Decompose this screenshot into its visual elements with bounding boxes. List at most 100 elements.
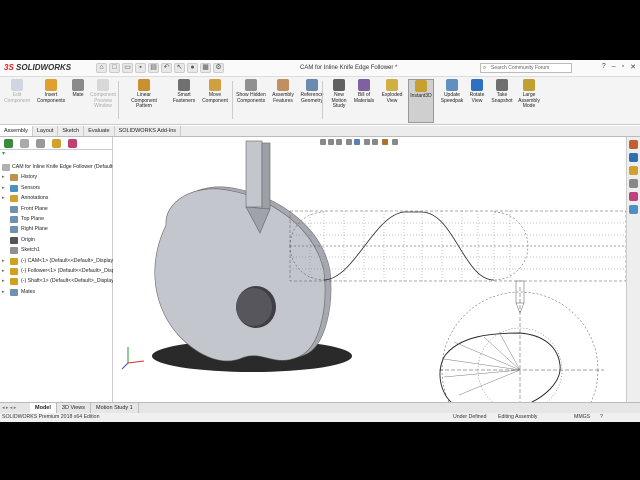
ribbon-label: Edit Component [4,92,30,104]
tab-assembly[interactable]: Assembly [0,126,33,136]
tree-item-label: (-) Shaft<1> (Default<<Default>_Display … [21,278,113,285]
dimxpert-icon[interactable] [52,139,61,148]
ribbon-button-13[interactable]: Instant3D [408,79,434,123]
ribbon-button-2[interactable]: Mate [70,79,86,99]
undo-icon[interactable]: ↶ [161,63,172,73]
tab-solidworks-add-ins[interactable]: SOLIDWORKS Add-Ins [115,126,182,136]
feature-tree: CAM for Inline Knife Edge Follower (Defa… [0,162,113,297]
quick-tips-icon[interactable]: ? [600,413,603,422]
ribbon-label: Smart Fasteners [172,92,196,104]
ribbon-button-3[interactable]: Component Preview Window [90,79,116,110]
ribbon-label: Mate [72,92,84,98]
ribbon-button-5[interactable]: Smart Fasteners [172,79,196,104]
tab-motion-study-1[interactable]: Motion Study 1 [91,403,139,413]
select-icon[interactable]: ↖ [174,63,185,73]
resources-icon[interactable] [629,140,638,149]
tree-item[interactable]: ▸ (-) Shaft<1> (Default<<Default>_Display… [0,276,113,286]
restore-icon[interactable]: ▫ [622,63,624,71]
help-icon[interactable]: ? [602,63,606,71]
tree-item[interactable]: ▸ History [0,172,113,182]
units-selector[interactable]: MMGS [574,413,590,422]
tab-model[interactable]: Model [30,403,57,413]
heads-up-view-toolbar[interactable] [320,139,398,145]
display-manager-icon[interactable] [68,139,77,148]
options-icon[interactable]: ⚙ [213,63,224,73]
appearances-icon[interactable] [629,192,638,201]
ribbon-button-15[interactable]: Rotate View [468,79,486,104]
file-explorer-icon[interactable] [629,166,638,175]
plane-icon [10,215,18,223]
tree-item[interactable]: ▸ Annotations [0,193,113,203]
ribbon-button-12[interactable]: Exploded View [380,79,404,104]
search-input[interactable]: ⌕ Search Community Forum [480,63,572,73]
tree-item-label: Right Plane [21,226,48,233]
tree-item[interactable]: Top Plane [0,214,113,224]
minimize-icon[interactable]: – [612,63,616,71]
follower-side [261,142,271,210]
print-icon[interactable]: ▤ [148,63,159,73]
expand-arrow-icon[interactable]: ▸ [2,183,5,193]
tree-item[interactable]: Origin [0,235,113,245]
solidworks-logo[interactable]: 3S SOLIDWORKS [4,63,71,72]
ribbon-button-4[interactable]: Linear Component Pattern [124,79,164,110]
expand-arrow-icon[interactable]: ▸ [2,276,5,286]
custom-properties-icon[interactable] [629,205,638,214]
tree-item-label: Mates [21,288,36,295]
view-palette-icon[interactable] [629,179,638,188]
tree-item[interactable]: ▸ Mates [0,287,113,297]
ribbon-button-14[interactable]: Update Speedpak [440,79,464,104]
home-icon[interactable]: ⌂ [96,63,107,73]
save-icon[interactable]: ▪ [135,63,146,73]
window-controls: ? – ▫ ✕ [602,63,636,71]
cam-front-face [154,188,326,362]
status-bar: SOLIDWORKS Premium 2018 x64 Edition Unde… [0,413,640,422]
ribbon-icon [45,79,57,91]
ribbon-button-6[interactable]: Move Component [200,79,230,104]
ribbon-button-11[interactable]: Bill of Materials [352,79,376,104]
tab-layout[interactable]: Layout [33,126,59,136]
cam-3d-model[interactable] [152,140,352,372]
ribbon-button-1[interactable]: Insert Components [36,79,66,104]
tab-sketch[interactable]: Sketch [58,126,85,136]
tree-item[interactable]: Right Plane [0,224,113,234]
assembly-icon [2,164,10,171]
tab-evaluate[interactable]: Evaluate [84,126,115,136]
tree-item[interactable]: ▸ (-) CAM<1> (Default<<Default>_Display S… [0,256,113,266]
expand-arrow-icon[interactable]: ▸ [2,266,5,276]
ribbon-label: Bill of Materials [353,92,375,104]
ribbon-button-7[interactable]: Show Hidden Components [236,79,266,104]
graphics-area[interactable] [114,137,626,402]
rebuild-icon[interactable]: ● [187,63,198,73]
tree-item[interactable]: Sketch1 [0,245,113,255]
definition-status: Under Defined [453,414,487,420]
open-icon[interactable]: ▭ [122,63,133,73]
part-icon [10,267,18,275]
filter-icon[interactable]: ▾ [0,150,112,159]
tab-3d-views[interactable]: 3D Views [57,403,92,413]
tree-item[interactable]: ▸ Sensors [0,183,113,193]
ribbon-icon [333,79,345,91]
feature-tree-icon[interactable] [4,139,13,148]
tree-root[interactable]: CAM for Inline Knife Edge Follower (Defa… [0,162,113,172]
tab-scroll-arrows-icon[interactable]: ◂ ▸ ◂ ▸ [0,403,30,413]
tree-item[interactable]: ▸ (-) Follower<1> (Default<<Default>_Disp… [0,266,113,276]
expand-arrow-icon[interactable]: ▸ [2,256,5,266]
file-properties-icon[interactable]: ▦ [200,63,211,73]
new-icon[interactable]: □ [109,63,120,73]
quick-access-toolbar: ⌂ □ ▭ ▪ ▤ ↶ ↖ ● ▦ ⚙ [96,63,224,73]
design-library-icon[interactable] [629,153,638,162]
ribbon-button-8[interactable]: Assembly Features [270,79,296,104]
property-manager-icon[interactable] [20,139,29,148]
tree-item[interactable]: Front Plane [0,204,113,214]
ribbon-button-0[interactable]: Edit Component [4,79,30,104]
close-icon[interactable]: ✕ [630,63,636,71]
expand-arrow-icon[interactable]: ▸ [2,193,5,203]
ribbon-button-10[interactable]: New Motion Study [328,79,350,110]
ribbon-button-17[interactable]: Large Assembly Mode [516,79,542,110]
configuration-manager-icon[interactable] [36,139,45,148]
ribbon-label: Insert Components [36,92,66,104]
mates-icon [10,288,18,296]
expand-arrow-icon[interactable]: ▸ [2,172,5,182]
ribbon-button-16[interactable]: Take Snapshot [490,79,514,104]
expand-arrow-icon[interactable]: ▸ [2,287,5,297]
